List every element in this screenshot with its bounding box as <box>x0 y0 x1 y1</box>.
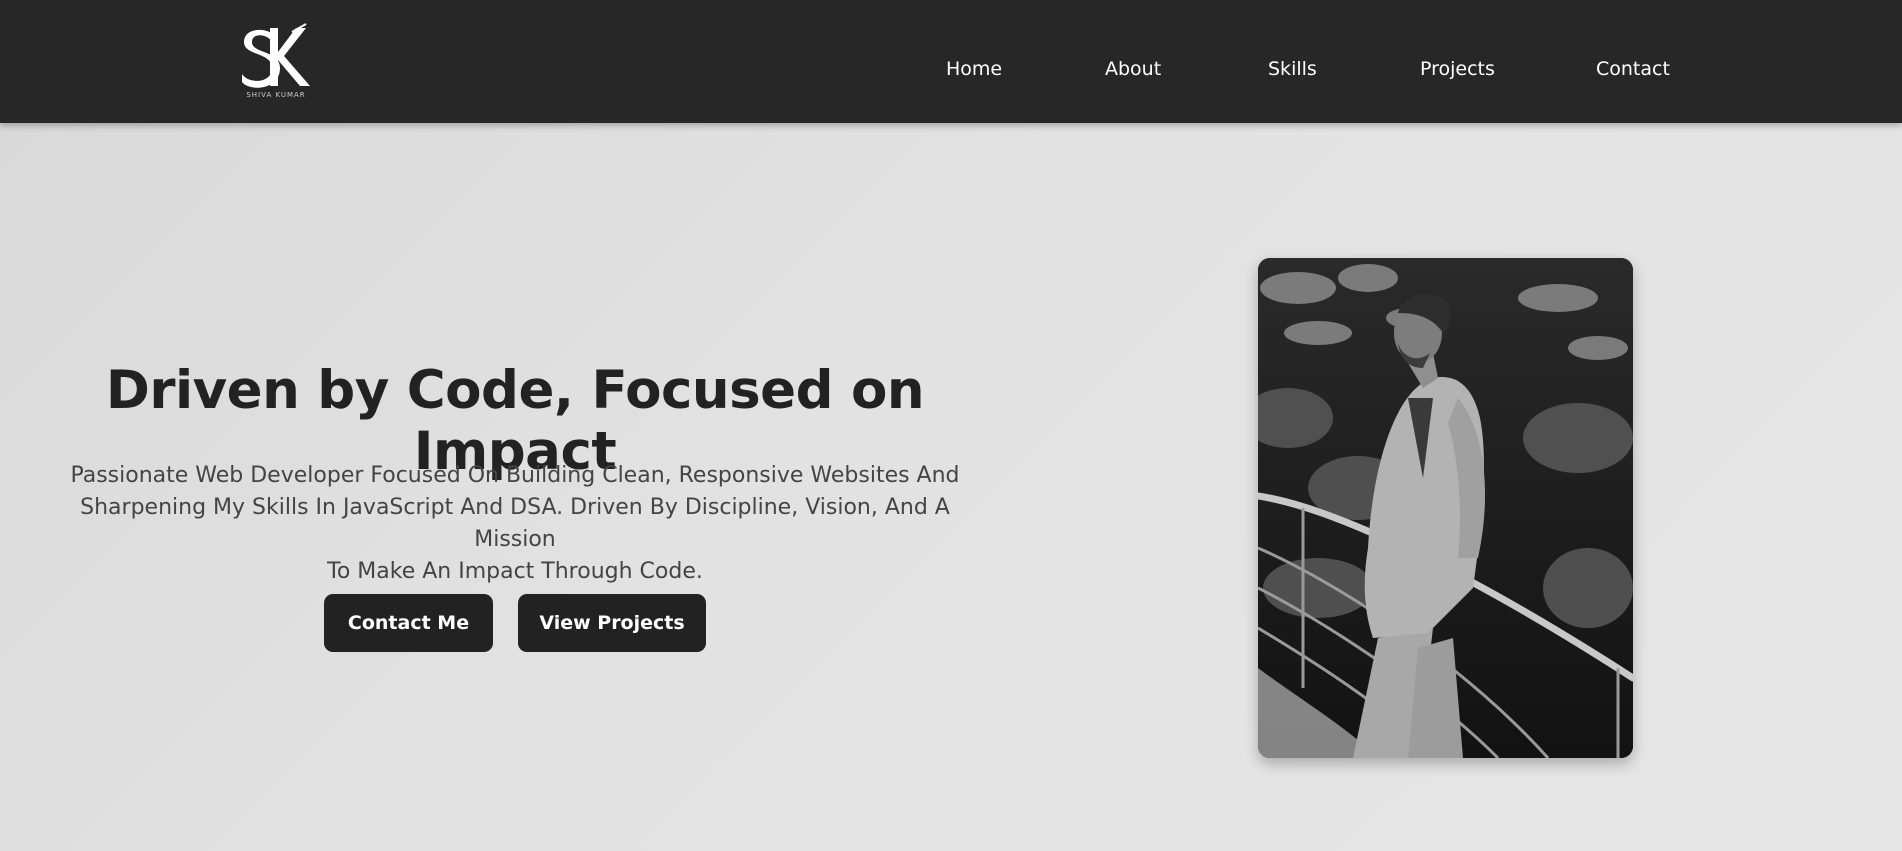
hero-description-line: Passionate Web Developer Focused On Buil… <box>70 463 960 488</box>
nav-item-projects[interactable]: Projects <box>1420 58 1495 80</box>
navbar: SHIVA KUMAR Home About Skills Projects C… <box>0 0 1902 123</box>
contact-me-button[interactable]: Contact Me <box>324 594 493 652</box>
logo-wordmark: SHIVA KUMAR <box>246 91 306 99</box>
profile-photo-image <box>1258 258 1633 758</box>
nav-item-home[interactable]: Home <box>946 58 1002 80</box>
view-projects-button[interactable]: View Projects <box>518 594 706 652</box>
logo[interactable]: SHIVA KUMAR <box>240 22 312 102</box>
nav-item-contact[interactable]: Contact <box>1596 58 1670 80</box>
sk-monogram-icon <box>242 23 310 88</box>
nav-item-skills[interactable]: Skills <box>1268 58 1317 80</box>
hero-description: Passionate Web Developer Focused On Buil… <box>40 460 990 588</box>
profile-photo <box>1258 258 1633 758</box>
nav-item-about[interactable]: About <box>1105 58 1161 80</box>
hero-description-line: Sharpening My Skills In JavaScript And D… <box>80 495 950 552</box>
hero-description-line: To Make An Impact Through Code. <box>327 559 703 584</box>
